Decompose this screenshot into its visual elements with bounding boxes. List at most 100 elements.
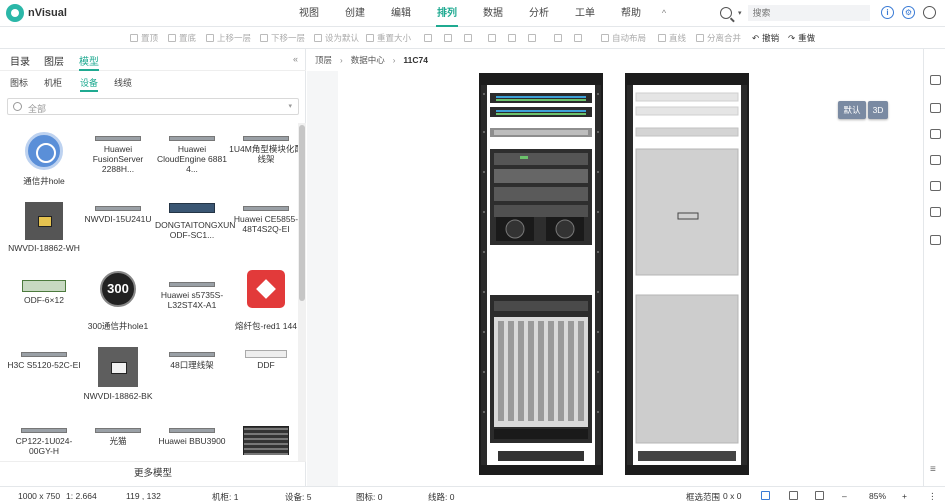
rack-drawing — [479, 73, 749, 475]
search-input[interactable] — [747, 5, 870, 21]
database-icon[interactable] — [930, 207, 941, 217]
panel-collapse-icon[interactable]: « — [293, 54, 298, 64]
distribute-v-icon[interactable] — [574, 27, 582, 49]
patch-panel-icon — [243, 135, 289, 141]
left-panel: 目录 图层 模型 « 图标 机柜 设备 线缆 全部 ▾ 通信井hole Huaw… — [0, 49, 306, 486]
model-item[interactable]: 48口理线架 — [155, 343, 229, 411]
align-top-icon[interactable] — [488, 27, 496, 49]
switch-icon — [243, 205, 289, 211]
move-up-button[interactable]: 上移一层 — [206, 27, 251, 49]
menu-edit[interactable]: 编辑 — [378, 0, 424, 27]
menu-arrange[interactable]: 排列 — [424, 0, 470, 27]
subtab-cables[interactable]: 线缆 — [114, 76, 132, 89]
search-icon[interactable] — [720, 7, 732, 19]
menu-help[interactable]: 帮助 — [608, 0, 654, 27]
bring-front-button[interactable]: 置顶 — [130, 27, 158, 49]
more-icon[interactable]: ⋮ — [928, 491, 937, 502]
list-icon[interactable] — [930, 103, 941, 113]
menu-icon[interactable]: ≡ — [930, 465, 941, 475]
settings-icon[interactable]: ⚙ — [902, 6, 915, 19]
canvas-size: 1000 x 750 — [18, 491, 61, 501]
rack-back[interactable] — [625, 73, 749, 475]
model-filter-select[interactable]: 全部 ▾ — [7, 98, 299, 115]
align-bottom-icon[interactable] — [528, 27, 536, 49]
more-models-button[interactable]: 更多模型 — [0, 461, 306, 486]
subtab-icons[interactable]: 图标 — [10, 76, 28, 89]
model-item[interactable]: Huawei BBU3900 — [155, 419, 229, 455]
model-item[interactable] — [229, 419, 298, 455]
model-item[interactable]: ODF-6×12 — [7, 273, 81, 341]
menu-collapse-icon[interactable]: ^ — [654, 0, 674, 27]
manhole-300-icon: 300 — [100, 271, 136, 307]
3d-view-button[interactable]: 3D — [868, 101, 888, 119]
model-item[interactable]: 通信井hole — [7, 127, 81, 195]
model-item[interactable]: 1U4M角型模块化配线架 — [229, 127, 298, 195]
zoom-in-button[interactable]: + — [902, 491, 907, 501]
model-item[interactable]: NWVDI-18862-BK — [81, 343, 155, 411]
menu-data[interactable]: 数据 — [470, 0, 516, 27]
menu-workorder[interactable]: 工单 — [562, 0, 608, 27]
menu-view[interactable]: 视图 — [286, 0, 332, 27]
redo-button[interactable]: ↷ 重做 — [788, 27, 815, 49]
straight-line-button[interactable]: 直线 — [658, 27, 686, 49]
hand-icon[interactable] — [789, 491, 798, 500]
chart-icon[interactable] — [930, 235, 941, 245]
align-right-icon[interactable] — [464, 27, 472, 49]
model-item[interactable]: DONGTAITONGXUN ODF-SC1... — [155, 197, 235, 265]
auto-layout-button[interactable]: 自动布局 — [601, 27, 646, 49]
model-item[interactable]: NWVDI-15U241U — [81, 197, 155, 265]
reset-size-button[interactable]: 重置大小 — [366, 27, 411, 49]
model-item[interactable]: DDF — [229, 343, 298, 411]
undo-button[interactable]: ↶ 撤销 — [752, 27, 779, 49]
bring-front-icon — [130, 34, 138, 42]
rack-canvas[interactable]: 默认 3D — [338, 71, 923, 486]
chassis-icon — [243, 426, 289, 455]
breadcrumb-datacenter[interactable]: 数据中心 — [343, 54, 393, 66]
align-middle-icon[interactable] — [508, 27, 516, 49]
link-icon[interactable] — [930, 155, 941, 165]
breadcrumb-top[interactable]: 顶层 — [307, 54, 340, 66]
pointer-icon[interactable] — [761, 491, 770, 500]
move-down-button[interactable]: 下移一层 — [260, 27, 305, 49]
filter-icon[interactable] — [930, 181, 941, 191]
split-merge-button[interactable]: 分离合并 — [696, 27, 741, 49]
model-item[interactable]: H3C S5120-52C-EI — [7, 343, 81, 411]
optical-modem-icon — [95, 427, 141, 433]
rear-panel[interactable] — [635, 294, 739, 444]
align-center-icon[interactable] — [444, 27, 452, 49]
default-view-button[interactable]: 默认 — [838, 101, 866, 119]
model-item[interactable]: NWVDI-18862-WH — [7, 197, 81, 265]
network-icon[interactable] — [930, 129, 941, 139]
model-item[interactable]: 熔纤包-red1 144 — [229, 270, 298, 341]
model-item[interactable]: 光猫 — [81, 419, 155, 455]
tab-catalog[interactable]: 目录 — [10, 53, 30, 68]
info-icon[interactable]: i — [881, 6, 894, 19]
menu-create[interactable]: 创建 — [332, 0, 378, 27]
model-item[interactable]: CP122-1U024-00GY-H — [7, 419, 81, 455]
subtab-cabinets[interactable]: 机柜 — [44, 76, 62, 89]
model-grid-scrollbar[interactable] — [298, 123, 306, 461]
properties-icon[interactable] — [930, 75, 941, 85]
model-item[interactable]: Huawei CloudEngine 6881 4... — [155, 127, 229, 195]
menu-analysis[interactable]: 分析 — [516, 0, 562, 27]
chevron-down-icon[interactable]: ▾ — [738, 9, 742, 17]
model-item[interactable]: Huawei s5735S-L32ST4X-A1 — [155, 273, 229, 341]
panel-tabs: 目录 图层 模型 « — [0, 49, 306, 71]
align-left-icon[interactable] — [424, 27, 432, 49]
set-default-button[interactable]: 设为默认 — [314, 27, 359, 49]
distribute-h-icon[interactable] — [554, 27, 562, 49]
model-item[interactable]: Huawei CE5855-48T4S2Q-EI — [229, 197, 298, 265]
rear-panel[interactable] — [635, 148, 739, 276]
subtab-devices[interactable]: 设备 — [80, 76, 99, 92]
send-back-button[interactable]: 置底 — [168, 27, 196, 49]
user-icon[interactable] — [923, 6, 936, 19]
app-logo[interactable]: nVisual — [6, 4, 67, 22]
tab-layers[interactable]: 图层 — [44, 53, 64, 68]
fit-screen-icon[interactable] — [815, 491, 824, 500]
tab-models[interactable]: 模型 — [79, 53, 99, 71]
model-item[interactable]: Huawei FusionServer 2288H... — [81, 127, 155, 195]
zoom-level: 85% — [869, 491, 887, 501]
model-item[interactable]: 300 300通信井hole1 — [81, 271, 155, 341]
rack-front[interactable] — [479, 73, 603, 475]
zoom-out-button[interactable]: – — [842, 491, 847, 501]
